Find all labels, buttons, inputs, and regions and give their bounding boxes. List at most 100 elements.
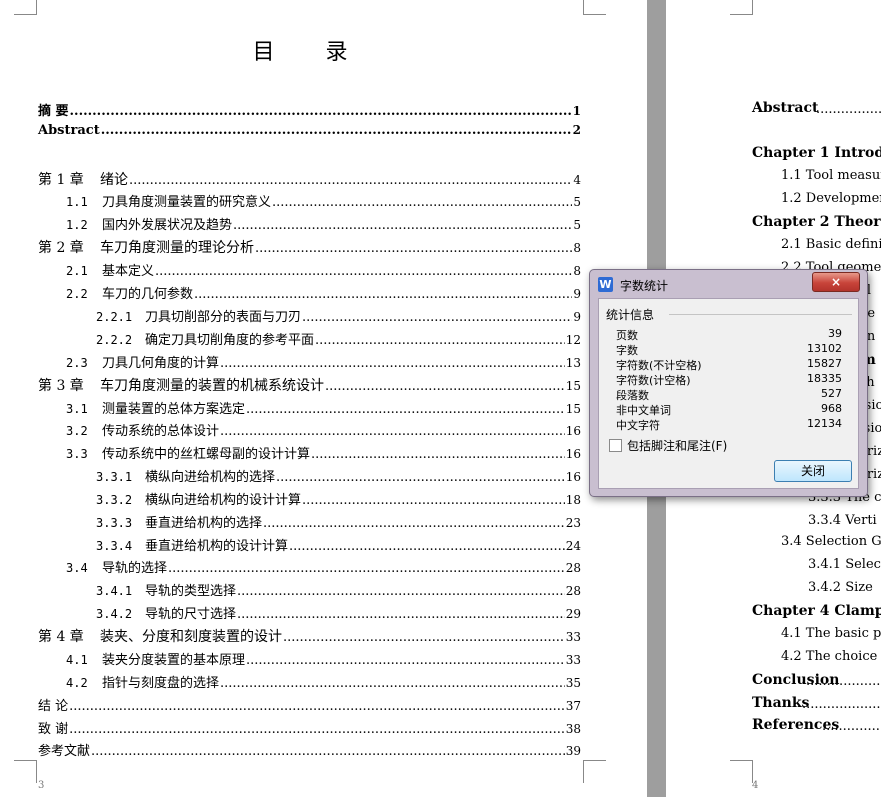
toc-entry-english[interactable]: 3.4 Selection G: [781, 534, 881, 549]
toc-entry[interactable]: 3.3.2 横纵向进给机构的设计计算 18: [96, 489, 581, 508]
include-footnotes-checkbox[interactable]: [609, 439, 622, 452]
dialog-title: 字数统计: [620, 279, 669, 293]
toc-entry-title: 导轨的选择: [102, 561, 168, 576]
toc-entry[interactable]: 致 谢 38: [38, 718, 581, 737]
toc-entry[interactable]: 2.3 刀具几何角度的计算 13: [66, 352, 581, 371]
toc-leader-dots: ..........................: [802, 697, 881, 712]
toc-entry[interactable]: 1.1 刀具角度测量装置的研究意义 5: [66, 191, 581, 210]
toc-entry-english[interactable]: Chapter 4 Clamp: [752, 603, 881, 619]
toc-entry[interactable]: 第 1 章绪论 4: [38, 169, 581, 189]
toc-entry-english[interactable]: Chapter 2 Theor: [752, 214, 881, 230]
page-number: 3: [38, 780, 45, 791]
toc-entry-english[interactable]: 4.2 The choice: [781, 649, 877, 664]
toc-entry-number: 2.2.1: [96, 310, 133, 324]
toc-leader-dots: [237, 607, 565, 622]
toc-entry-english[interactable]: 2.1 Basic defini: [781, 237, 881, 252]
toc-leader-dots: [91, 744, 565, 759]
toc-leader-dots: [69, 699, 565, 714]
toc-entry-page: 4: [573, 173, 581, 187]
toc-entry-english[interactable]: 3.3.4 Verti: [808, 513, 877, 528]
toc-entry-english[interactable]: Chapter 1 Introd: [752, 145, 881, 161]
toc-entry-page: 15: [565, 379, 581, 393]
toc-entry[interactable]: 4.1 装夹分度装置的基本原理 33: [66, 649, 581, 668]
toc-entry-english[interactable]: 3.4.2 Size: [808, 580, 873, 595]
toc-entry-page: 8: [573, 264, 581, 278]
toc-entry[interactable]: 2.2 车刀的几何参数 9: [66, 283, 581, 302]
toc-entry-english[interactable]: 3.4.1 Selec: [808, 557, 881, 572]
toc-entry[interactable]: 3.4.1 导轨的类型选择 28: [96, 580, 581, 599]
toc-entry[interactable]: 3.4 导轨的选择 28: [66, 557, 581, 576]
toc-entry[interactable]: 3.3.1 横纵向进给机构的选择 16: [96, 466, 581, 485]
toc-entry-english[interactable]: 1.1 Tool measur: [781, 168, 881, 183]
toc-entry[interactable]: 摘 要 1: [38, 100, 581, 119]
toc-entry-page: 24: [565, 539, 581, 553]
toc-entry-page: 8: [573, 241, 581, 255]
toc-entry-page: 39: [565, 744, 581, 758]
toc-entry[interactable]: 4.2 指针与刻度盘的选择 35: [66, 672, 581, 691]
toc-entry[interactable]: 2.1 基本定义 8: [66, 260, 581, 279]
toc-entry[interactable]: 3.3.4 垂直进给机构的设计计算 24: [96, 535, 581, 554]
toc-entry[interactable]: 3.3 传动系统中的丝杠螺母副的设计计算 16: [66, 443, 581, 462]
toc-leader-dots: ..........................: [806, 674, 881, 689]
toc-entry[interactable]: 参考文献 39: [38, 740, 581, 759]
toc-entry-english[interactable]: Thanks: [752, 695, 809, 711]
document-page-left: 目 录 摘 要 1 Abstract 2 第 1 章绪论 4 1.1 刀具角度测量装置的研究意…: [0, 0, 647, 797]
close-icon[interactable]: ×: [812, 272, 860, 292]
dialog-body: 统计信息 页数 39 字数 13102 字符数(不计空格) 15827 字符数(计空格) 18…: [598, 298, 859, 489]
toc-entry-title: 导轨的类型选择: [145, 584, 237, 599]
toc-entry-number: 3.1: [66, 402, 88, 416]
stat-label: 中文字符: [616, 419, 660, 432]
toc-entry-number: 第 3 章: [38, 378, 84, 394]
toc-entry[interactable]: Abstract 2: [38, 123, 581, 138]
stat-label: 非中文单词: [616, 404, 671, 417]
toc-entry[interactable]: 3.2 传动系统的总体设计 16: [66, 420, 581, 439]
toc-entry-page: 15: [565, 402, 581, 416]
toc-entry-number: 2.3: [66, 356, 88, 370]
toc-entry-title: 垂直进给机构的设计计算: [145, 539, 289, 554]
toc-entry[interactable]: 结 论 37: [38, 695, 581, 714]
toc-entry-page: 23: [565, 516, 581, 530]
toc-entry[interactable]: 3.3.3 垂直进给机构的选择 23: [96, 512, 581, 531]
toc-entry-title: 参考文献: [38, 744, 91, 759]
toc-entry[interactable]: 第 3 章车刀角度测量的装置的机械系统设计 15: [38, 375, 581, 395]
toc-leader-dots: [69, 722, 565, 737]
toc-entry-number: 4.2: [66, 676, 88, 690]
toc-entry[interactable]: 3.4.2 导轨的尺寸选择 29: [96, 603, 581, 622]
toc-entry[interactable]: 2.2.1 刀具切削部分的表面与刀刃 9: [96, 306, 581, 325]
toc-entry[interactable]: 第 2 章车刀角度测量的理论分析 8: [38, 237, 581, 257]
include-footnotes-label[interactable]: 包括脚注和尾注(F): [627, 437, 727, 454]
toc-entry-page: 16: [565, 470, 581, 484]
wps-writer-icon: W: [598, 277, 613, 292]
toc-entry-number: 2.1: [66, 264, 88, 278]
toc-entry-title: 绪论: [100, 172, 128, 188]
toc-entry-page: 33: [565, 630, 581, 644]
toc-entry-page: 37: [565, 699, 581, 713]
toc-leader-dots: [276, 470, 565, 485]
toc-entry[interactable]: 第 4 章装夹、分度和刻度装置的设计 33: [38, 626, 581, 646]
toc-leader-dots: [315, 333, 565, 348]
toc-entry-title: 车刀角度测量的装置的机械系统设计: [100, 378, 324, 394]
toc-leader-dots: ..........................: [822, 719, 881, 734]
close-button[interactable]: 关闭: [774, 460, 852, 482]
stat-label: 字符数(计空格): [616, 374, 691, 387]
toc-entry-number: 3.2: [66, 424, 88, 438]
toc-entry-page: 33: [565, 653, 581, 667]
stat-label: 字符数(不计空格): [616, 359, 702, 372]
toc-leader-dots: [168, 561, 565, 576]
toc-entry-number: 第 2 章: [38, 240, 84, 256]
toc-entry-number: 3.4.2: [96, 607, 133, 621]
toc-title: 目 录: [252, 40, 370, 65]
toc-entry-page: 12: [565, 333, 581, 347]
toc-entry[interactable]: 1.2 国内外发展状况及趋势 5: [66, 214, 581, 233]
dialog-titlebar[interactable]: W 字数统计 ×: [590, 270, 867, 298]
toc-entry-english[interactable]: 4.1 The basic pr: [781, 626, 881, 641]
toc-entry[interactable]: 2.2.2 确定刀具切削角度的参考平面 12: [96, 329, 581, 348]
toc-entry-number: 3.4.1: [96, 584, 133, 598]
stat-label: 段落数: [616, 389, 649, 402]
toc-entry-english[interactable]: 1.2 Developmer: [781, 191, 881, 206]
page-corner-mark: [14, 760, 37, 783]
toc-entry[interactable]: 3.1 测量装置的总体方案选定 15: [66, 398, 581, 417]
toc-entry-page: 9: [573, 310, 581, 324]
toc-entry-number: 第 1 章: [38, 172, 84, 188]
toc-entry-english[interactable]: Abstract: [752, 100, 818, 116]
